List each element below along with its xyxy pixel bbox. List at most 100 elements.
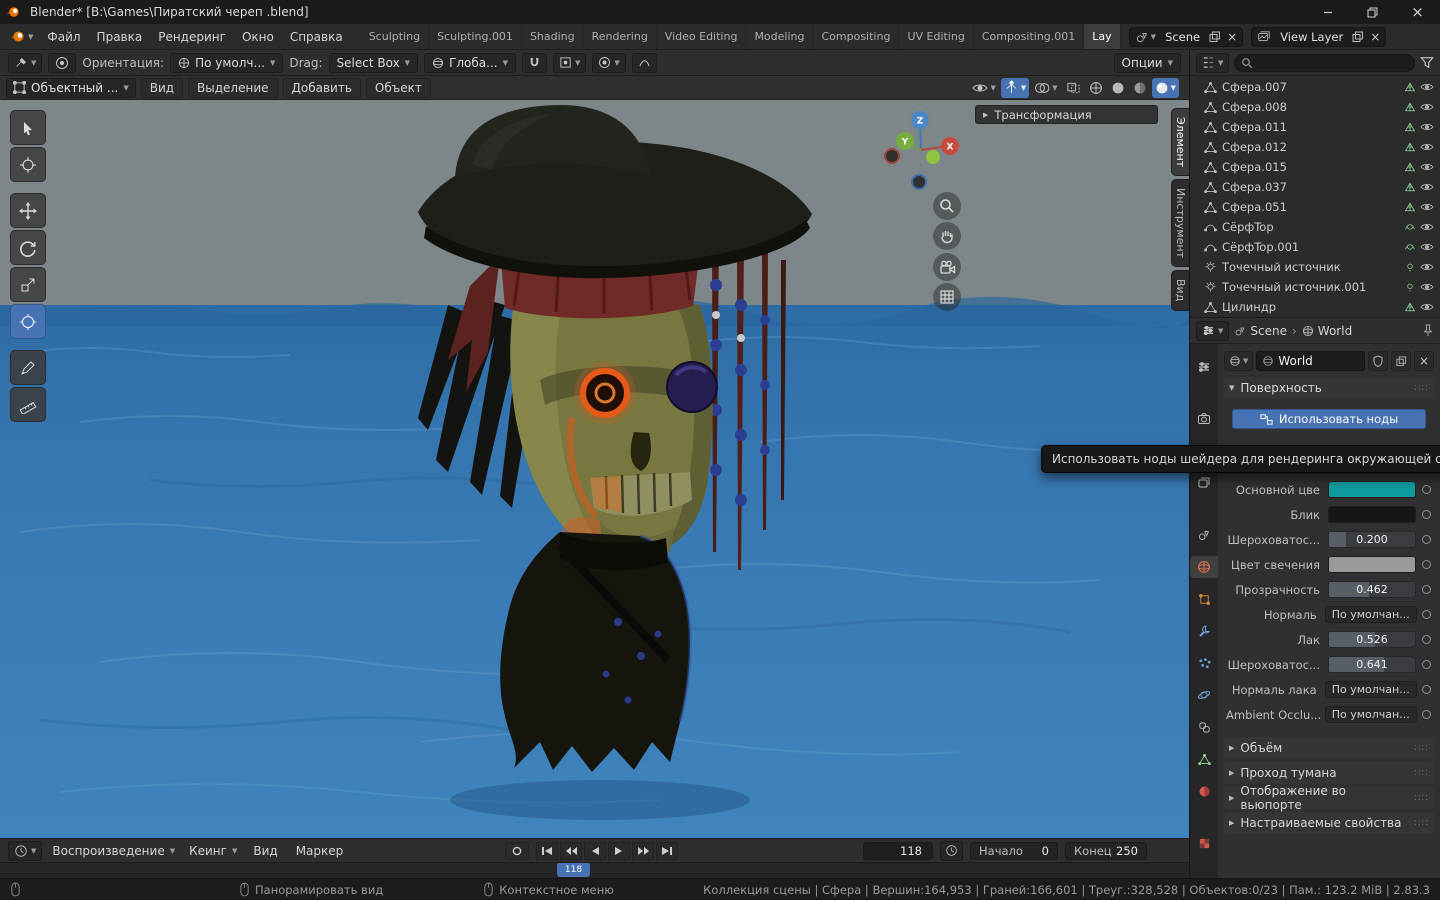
jump-to-start-button[interactable] bbox=[536, 841, 559, 860]
animate-decorator[interactable] bbox=[1416, 585, 1436, 594]
viewport-menu-select[interactable]: Выделение bbox=[188, 77, 278, 98]
playhead[interactable]: 118 bbox=[557, 863, 590, 877]
pivot-dropdown[interactable]: Глоба... ▼ bbox=[424, 52, 516, 73]
hide-eye-icon[interactable] bbox=[1420, 181, 1434, 193]
auto-keyframe-button[interactable] bbox=[505, 841, 530, 860]
annotate-tool[interactable] bbox=[10, 350, 46, 385]
transform-tool-selected[interactable] bbox=[10, 304, 46, 339]
panel-grip[interactable]: ∷∷ bbox=[1414, 793, 1429, 804]
outliner-row-point-light-001[interactable]: Точечный источник.001 bbox=[1190, 277, 1440, 297]
outliner-row-surftop-001[interactable]: СёрфTop.001 bbox=[1190, 237, 1440, 257]
scale-tool[interactable] bbox=[10, 267, 46, 302]
tab-modeling[interactable]: Modeling bbox=[746, 24, 814, 49]
outliner-row-sphere-008[interactable]: Сфера.008 bbox=[1190, 97, 1440, 117]
tab-object-data-icon[interactable] bbox=[1190, 748, 1218, 770]
color-swatch[interactable] bbox=[1328, 506, 1416, 523]
tab-constraints-icon[interactable] bbox=[1190, 716, 1218, 738]
use-nodes-button[interactable]: Использовать ноды bbox=[1232, 409, 1426, 429]
outliner-row-sphere-012[interactable]: Сфера.012 bbox=[1190, 137, 1440, 157]
sidebar-tab-item[interactable]: Элемент bbox=[1171, 108, 1189, 177]
tab-scene-icon[interactable] bbox=[1190, 524, 1218, 546]
viewport-menu-add[interactable]: Добавить bbox=[282, 77, 361, 98]
outliner-row-point-light[interactable]: Точечный источник bbox=[1190, 257, 1440, 277]
surface-section-header[interactable]: ▼ Поверхность ∷∷ bbox=[1224, 377, 1434, 399]
outliner-row-sphere-015[interactable]: Сфера.015 bbox=[1190, 157, 1440, 177]
animate-decorator[interactable] bbox=[1416, 510, 1436, 519]
tab-layout-active[interactable]: Lay bbox=[1084, 24, 1121, 49]
tab-sculpting-001[interactable]: Sculpting.001 bbox=[429, 24, 522, 49]
current-frame-field[interactable]: 118 bbox=[863, 841, 933, 860]
hide-eye-icon[interactable] bbox=[1420, 161, 1434, 173]
minimize-button[interactable] bbox=[1305, 0, 1350, 24]
transform-panel[interactable]: ▶ Трансформация bbox=[975, 105, 1158, 124]
value-slider[interactable]: 0.200 bbox=[1328, 531, 1416, 548]
menu-render[interactable]: Рендеринг bbox=[150, 24, 234, 49]
options-dropdown[interactable]: Опции ▼ bbox=[1113, 52, 1181, 73]
hide-eye-icon[interactable] bbox=[1420, 201, 1434, 213]
cursor-tool[interactable] bbox=[10, 147, 46, 182]
hide-eye-icon[interactable] bbox=[1420, 141, 1434, 153]
section-volume[interactable]: ▶ Объём ∷∷ bbox=[1224, 737, 1434, 759]
outliner-row-surftop[interactable]: СёрфTop bbox=[1190, 217, 1440, 237]
hide-eye-icon[interactable] bbox=[1420, 81, 1434, 93]
visibility-dropdown[interactable]: ▼ bbox=[969, 78, 998, 98]
pin-button[interactable] bbox=[1422, 324, 1434, 337]
menu-field[interactable]: По умолчан... bbox=[1324, 681, 1417, 698]
shading-solid-button[interactable] bbox=[1108, 78, 1128, 98]
start-frame-field[interactable]: Начало 0 bbox=[970, 841, 1058, 860]
3d-viewport-canvas[interactable]: Z X Y ▶ Трансформация Элемент Инструмент… bbox=[0, 100, 1189, 838]
outliner-row-cylinder[interactable]: Цилиндр bbox=[1190, 297, 1440, 317]
jump-to-end-button[interactable] bbox=[656, 841, 679, 860]
playback-dropdown[interactable]: Воспроизведение ▼ bbox=[48, 844, 179, 858]
use-preview-range-button[interactable] bbox=[940, 840, 963, 861]
color-swatch[interactable] bbox=[1328, 556, 1416, 573]
zoom-button[interactable] bbox=[933, 192, 961, 220]
orientation-dropdown[interactable]: По умолч... ▼ bbox=[170, 52, 284, 73]
active-tool-gizmo-button[interactable] bbox=[48, 52, 77, 73]
outliner-filter-button[interactable] bbox=[1420, 56, 1434, 69]
breadcrumb-scene[interactable]: Scene bbox=[1234, 324, 1287, 338]
menu-field[interactable]: По умолчан... bbox=[1324, 706, 1417, 723]
move-tool[interactable] bbox=[10, 193, 46, 228]
falloff-curve-dropdown[interactable] bbox=[631, 52, 657, 73]
close-button[interactable]: × bbox=[1395, 0, 1440, 24]
menu-help[interactable]: Справка bbox=[282, 24, 351, 49]
sidebar-tab-tool[interactable]: Инструмент bbox=[1171, 179, 1189, 268]
animate-decorator[interactable] bbox=[1416, 635, 1436, 644]
timeline-menu-view[interactable]: Вид bbox=[247, 844, 283, 858]
hide-eye-icon[interactable] bbox=[1420, 121, 1434, 133]
hide-eye-icon[interactable] bbox=[1420, 301, 1434, 313]
tab-view-layer-icon[interactable] bbox=[1190, 472, 1218, 494]
shading-rendered-button[interactable]: ▼ bbox=[1151, 77, 1179, 98]
tab-sculpting[interactable]: Sculpting bbox=[361, 24, 430, 49]
hide-eye-icon[interactable] bbox=[1420, 241, 1434, 253]
drag-dropdown[interactable]: Select Box ▼ bbox=[328, 52, 419, 73]
animate-decorator[interactable] bbox=[1417, 685, 1436, 694]
fake-user-shield-button[interactable] bbox=[1368, 351, 1388, 371]
view-layer-unlink-button[interactable]: × bbox=[1367, 28, 1383, 46]
keying-dropdown[interactable]: Кеинг ▼ bbox=[185, 844, 241, 858]
shading-material-button[interactable] bbox=[1130, 78, 1150, 98]
next-keyframe-button[interactable] bbox=[632, 841, 655, 860]
hide-eye-icon[interactable] bbox=[1420, 281, 1434, 293]
tab-video-editing[interactable]: Video Editing bbox=[657, 24, 747, 49]
snap-target-dropdown[interactable]: ▼ bbox=[552, 52, 587, 73]
tab-shading[interactable]: Shading bbox=[522, 24, 584, 49]
value-slider[interactable]: 0.641 bbox=[1328, 656, 1416, 673]
rotate-tool[interactable] bbox=[10, 230, 46, 265]
properties-editor-type-button[interactable]: ▼ bbox=[1196, 320, 1230, 341]
timeline-scrubber[interactable]: 118 bbox=[0, 862, 1189, 878]
end-frame-field[interactable]: Конец 250 bbox=[1065, 841, 1147, 860]
snap-magnet-button[interactable] bbox=[521, 52, 547, 73]
menu-window[interactable]: Окно bbox=[234, 24, 282, 49]
animate-decorator[interactable] bbox=[1416, 560, 1436, 569]
shading-wireframe-button[interactable] bbox=[1086, 78, 1106, 98]
section-viewport-display[interactable]: ▶ Отображение во вьюпорте ∷∷ bbox=[1224, 784, 1434, 812]
restore-button[interactable] bbox=[1350, 0, 1395, 24]
outliner-editor-type-button[interactable]: ▼ bbox=[1196, 52, 1230, 73]
tab-tool-icon[interactable] bbox=[1190, 356, 1218, 378]
menu-edit[interactable]: Правка bbox=[89, 24, 151, 49]
overlays-dropdown[interactable]: ▼ bbox=[1031, 78, 1060, 98]
animate-decorator[interactable] bbox=[1417, 610, 1436, 619]
panel-grip[interactable]: ∷∷ bbox=[1414, 768, 1429, 779]
